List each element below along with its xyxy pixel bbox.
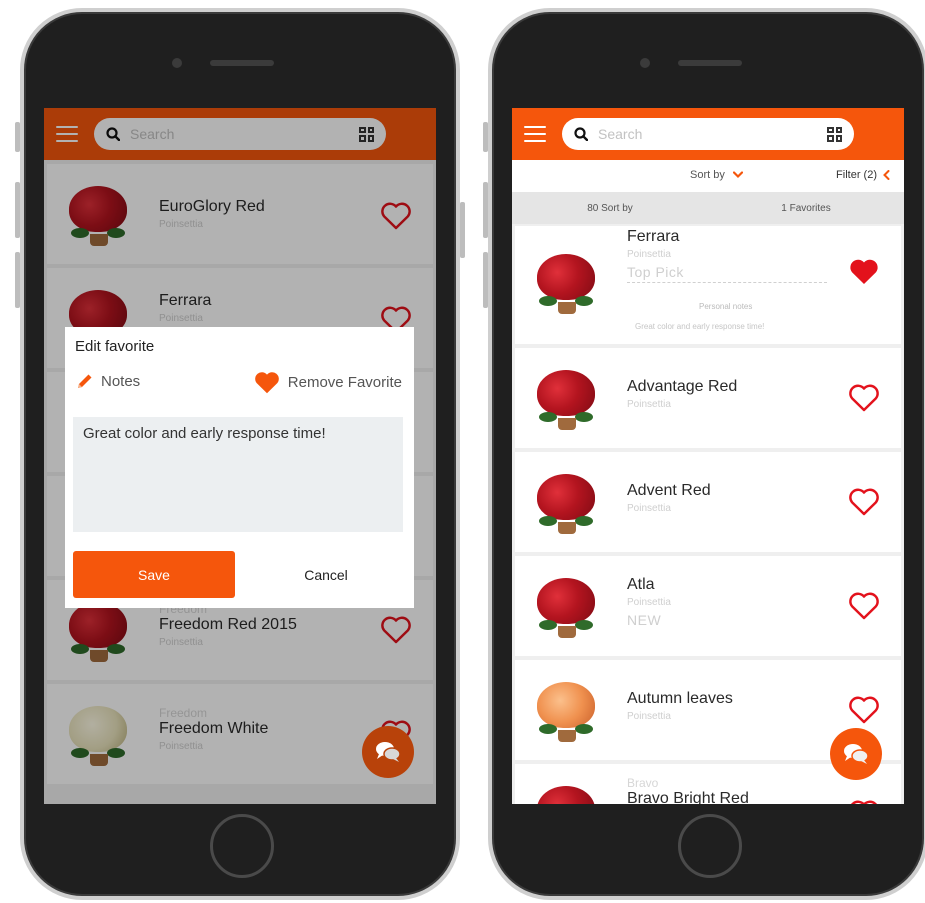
product-species: Poinsettia: [627, 503, 671, 514]
hamburger-menu-icon[interactable]: [524, 126, 546, 142]
heart-outline-icon[interactable]: [847, 798, 881, 804]
product-name: Bravo Bright Red: [627, 790, 749, 804]
edit-favorite-dialog: Edit favorite Notes Remove Favorite Grea…: [65, 327, 414, 608]
personal-notes-heading: Personal notes: [699, 302, 753, 311]
favorites-count: 1 Favorites: [781, 202, 831, 214]
product-series: Bravo: [627, 776, 659, 790]
app-header: [512, 108, 904, 160]
product-name: Advantage Red: [627, 378, 738, 395]
right-phone-frame: Sort by Filter (2) 80 Sort by 1 Favorite…: [483, 8, 925, 900]
result-count: 80 Sort by: [587, 202, 633, 214]
product-species: Poinsettia: [627, 711, 671, 722]
filter-label: Filter (2): [836, 169, 877, 181]
front-camera: [640, 58, 650, 68]
earpiece-speaker: [678, 60, 742, 66]
sort-dropdown[interactable]: Sort by: [690, 169, 743, 181]
search-bar[interactable]: [562, 118, 854, 150]
volume-up-button: [15, 182, 20, 238]
search-icon: [574, 127, 588, 141]
product-tag: NEW: [627, 612, 662, 628]
list-item[interactable]: Advent Red Poinsettia: [515, 452, 901, 552]
earpiece-speaker: [210, 60, 274, 66]
heart-outline-icon[interactable]: [847, 486, 881, 516]
header-dim: [44, 108, 436, 160]
list-item[interactable]: Advantage Red Poinsettia: [515, 348, 901, 448]
plant-thumbnail: [533, 366, 599, 432]
plant-thumbnail: [533, 678, 599, 744]
chevron-left-icon: [883, 170, 890, 180]
qr-code-icon[interactable]: [827, 126, 842, 142]
chat-bubbles-icon: [844, 744, 869, 764]
list-item[interactable]: Ferrara Poinsettia Top Pick Personal not…: [515, 226, 901, 344]
front-camera: [172, 58, 182, 68]
plant-thumbnail: [533, 782, 599, 804]
chevron-down-icon: [732, 171, 743, 179]
notes-label: Notes: [101, 372, 141, 390]
volume-down-button: [15, 252, 20, 308]
chat-fab[interactable]: [362, 726, 414, 778]
heart-outline-icon[interactable]: [847, 382, 881, 412]
dialog-title: Edit favorite: [75, 338, 155, 355]
filter-button[interactable]: Filter (2): [836, 169, 890, 181]
product-name: Ferrara: [627, 228, 680, 245]
volume-down-button: [483, 252, 488, 308]
list-item[interactable]: Atla Poinsettia NEW: [515, 556, 901, 656]
heart-filled-icon[interactable]: [847, 256, 881, 286]
sort-filter-bar: Sort by Filter (2): [512, 160, 904, 192]
notes-tab[interactable]: Notes: [75, 371, 140, 391]
save-button[interactable]: Save: [73, 551, 235, 598]
product-name: Atla: [627, 576, 655, 593]
remove-favorite-label: Remove Favorite: [287, 373, 402, 391]
home-button: [210, 814, 274, 878]
notes-textarea[interactable]: Great color and early response time!: [73, 417, 403, 532]
plant-thumbnail: [533, 574, 599, 640]
sort-label: Sort by: [690, 169, 725, 181]
mute-switch: [483, 122, 488, 152]
product-tag: Top Pick: [627, 264, 827, 283]
product-name: Autumn leaves: [627, 690, 733, 707]
right-screen: Sort by Filter (2) 80 Sort by 1 Favorite…: [512, 108, 904, 804]
pencil-icon: [78, 374, 92, 388]
plant-thumbnail: [533, 250, 599, 316]
home-button: [678, 814, 742, 878]
chat-fab[interactable]: [830, 728, 882, 780]
power-button: [460, 202, 465, 258]
volume-up-button: [483, 182, 488, 238]
cancel-button[interactable]: Cancel: [251, 551, 401, 598]
heart-outline-icon[interactable]: [847, 590, 881, 620]
product-species: Poinsettia: [627, 399, 671, 410]
product-name: Advent Red: [627, 482, 711, 499]
personal-notes-text: Great color and early response time!: [635, 322, 765, 331]
mute-switch: [15, 122, 20, 152]
left-screen: EuroGlory Red Poinsettia Ferrara Poinset…: [44, 108, 436, 804]
results-summary-bar: 80 Sort by 1 Favorites: [512, 192, 904, 224]
chat-bubbles-icon: [376, 742, 401, 762]
product-species: Poinsettia: [627, 249, 671, 260]
product-list: Ferrara Poinsettia Top Pick Personal not…: [512, 226, 904, 804]
heart-outline-icon[interactable]: [847, 694, 881, 724]
remove-favorite-button[interactable]: Remove Favorite: [252, 369, 402, 395]
search-input[interactable]: [598, 126, 817, 142]
plant-thumbnail: [533, 470, 599, 536]
left-phone-frame: EuroGlory Red Poinsettia Ferrara Poinset…: [15, 8, 465, 900]
heart-filled-icon: [254, 372, 279, 394]
product-species: Poinsettia: [627, 597, 671, 608]
